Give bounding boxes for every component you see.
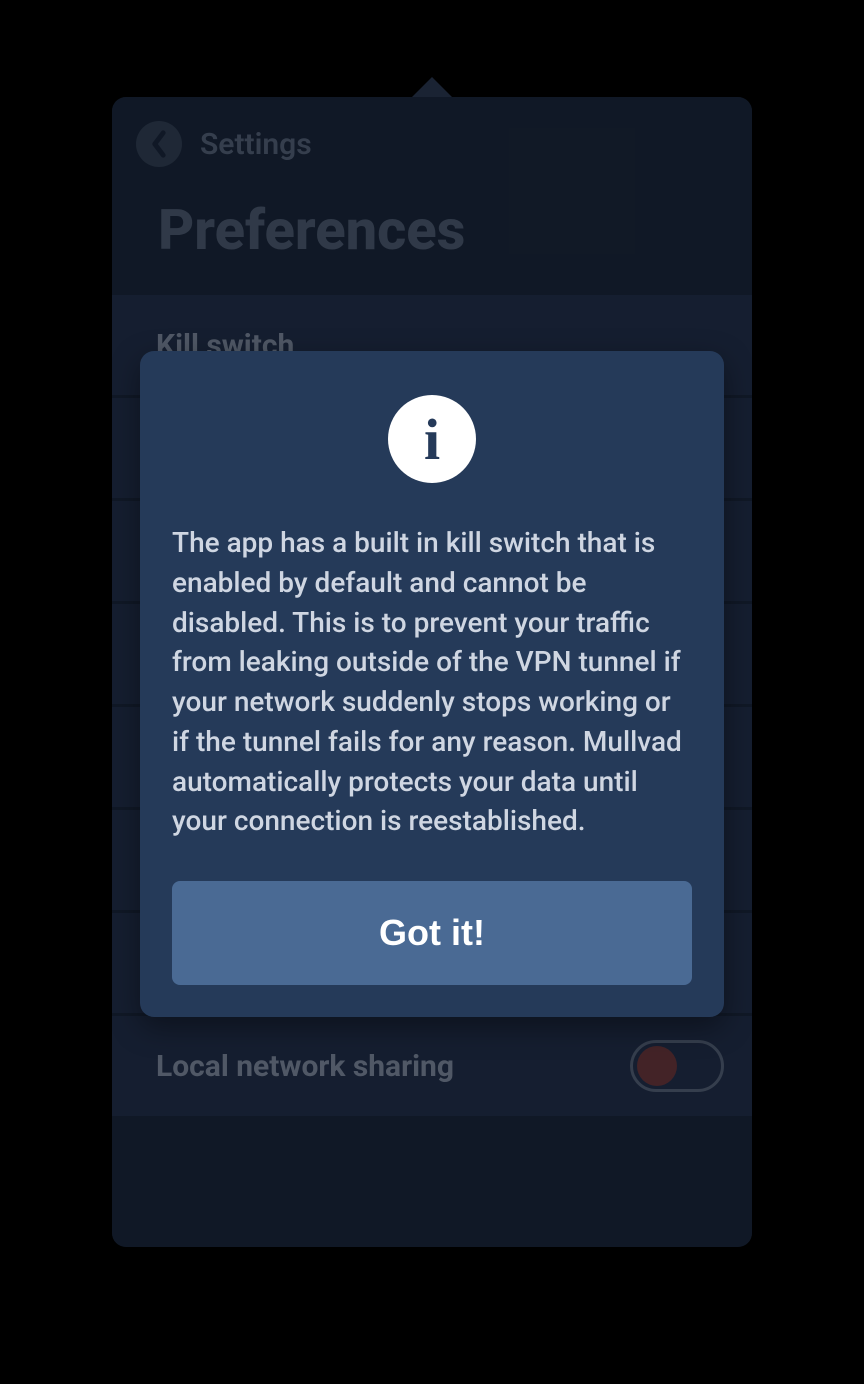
info-modal: i The app has a built in kill switch tha…: [140, 351, 724, 1017]
row-label: Local network sharing: [156, 1049, 454, 1084]
nav-back-label[interactable]: Settings: [200, 127, 312, 162]
nav-row: Settings: [136, 121, 728, 167]
window-pointer: [410, 77, 454, 99]
preferences-window: Settings Preferences Kill switch Block m…: [112, 97, 752, 1247]
info-icon: i: [388, 395, 476, 483]
local-network-sharing-toggle[interactable]: [630, 1040, 724, 1092]
page-title: Preferences: [136, 197, 728, 263]
chevron-left-icon: [150, 130, 168, 158]
toggle-knob: [637, 1046, 677, 1086]
got-it-button[interactable]: Got it!: [172, 881, 692, 985]
back-button[interactable]: [136, 121, 182, 167]
header: Settings Preferences: [112, 97, 752, 295]
row-local-network-sharing[interactable]: Local network sharing: [112, 1016, 752, 1116]
modal-text: The app has a built in kill switch that …: [172, 523, 692, 841]
